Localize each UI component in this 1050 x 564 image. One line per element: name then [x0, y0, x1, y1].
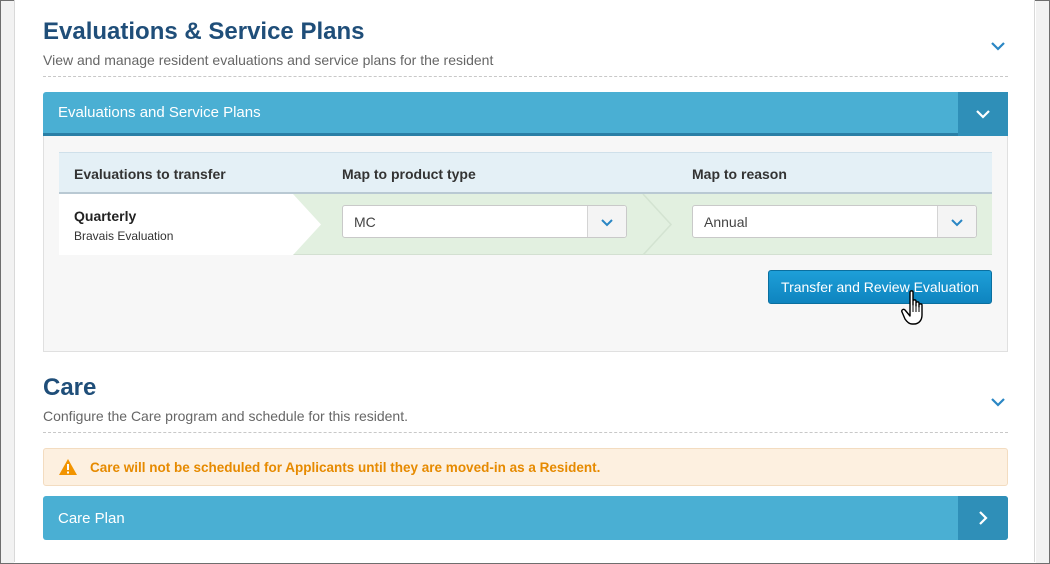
left-gutter	[1, 1, 14, 563]
care-warning-alert: Care will not be scheduled for Applicant…	[43, 448, 1008, 486]
panel-collapse-button[interactable]	[958, 92, 1008, 136]
care-section-header: Care Configure the Care program and sche…	[43, 374, 1008, 433]
chevron-down-icon	[976, 110, 990, 119]
column-header-reason: Map to reason	[692, 166, 787, 182]
chevron-right-icon	[979, 511, 988, 525]
care-section-subtitle: Configure the Care program and schedule …	[43, 408, 408, 424]
transfer-and-review-button[interactable]: Transfer and Review Evaluation	[768, 270, 992, 304]
chevron-down-icon	[937, 206, 976, 237]
care-plan-bar[interactable]: Care Plan	[43, 496, 1008, 540]
evaluations-section-subtitle: View and manage resident evaluations and…	[43, 52, 494, 68]
care-section-title: Care	[43, 374, 97, 401]
evaluations-section-title: Evaluations & Service Plans	[43, 18, 365, 45]
evaluation-name-cell: Quarterly Bravais Evaluation	[59, 194, 293, 255]
table-row: Quarterly Bravais Evaluation MC Annual	[59, 194, 992, 255]
right-gutter	[1036, 1, 1049, 563]
care-warning-text: Care will not be scheduled for Applicant…	[90, 459, 601, 475]
product-type-value: MC	[354, 214, 376, 230]
chevron-down-icon[interactable]	[988, 392, 1008, 412]
evaluation-title: Quarterly	[74, 208, 137, 224]
care-plan-label: Care Plan	[58, 509, 125, 527]
column-header-product-type: Map to product type	[342, 166, 476, 182]
chevron-down-icon[interactable]	[988, 36, 1008, 56]
evaluations-panel-title: Evaluations and Service Plans	[58, 104, 261, 121]
reason-value: Annual	[704, 214, 748, 230]
evaluations-panel-body: Evaluations to transfer Map to product t…	[43, 136, 1008, 352]
evaluations-panel-header[interactable]: Evaluations and Service Plans	[43, 92, 1008, 136]
product-type-select[interactable]: MC	[342, 205, 627, 238]
evaluation-subtitle: Bravais Evaluation	[74, 229, 174, 243]
chevron-down-icon	[587, 206, 626, 237]
evaluations-section-header: Evaluations & Service Plans View and man…	[43, 18, 1008, 77]
reason-select[interactable]: Annual	[692, 205, 977, 238]
column-header-evaluations: Evaluations to transfer	[74, 166, 226, 182]
transfer-table-header: Evaluations to transfer Map to product t…	[59, 152, 992, 194]
warning-triangle-icon	[59, 459, 77, 475]
care-plan-expand-button[interactable]	[958, 496, 1008, 540]
